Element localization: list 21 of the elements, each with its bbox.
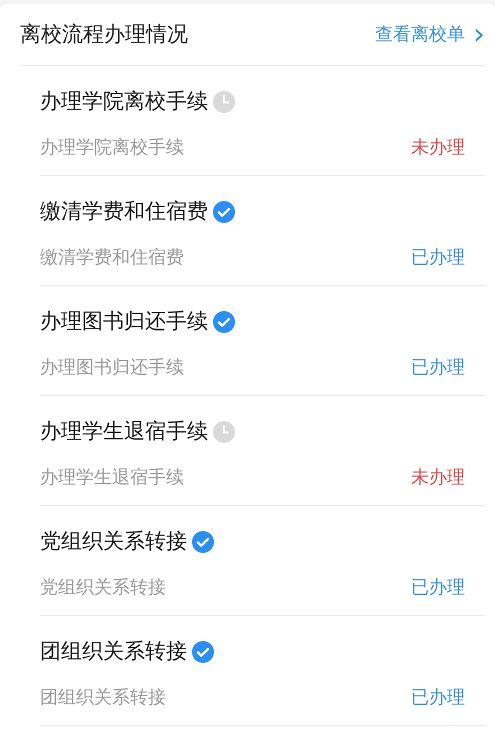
status-label: 已办理 [411, 576, 465, 600]
item-subtitle: 团组织关系转接 [40, 686, 166, 710]
status-label: 未办理 [411, 466, 465, 490]
item-subtitle: 缴清学费和住宿费 [40, 246, 184, 270]
status-label: 已办理 [411, 246, 465, 270]
status-label: 已办理 [411, 686, 465, 710]
item-subtitle: 办理图书归还手续 [40, 356, 184, 380]
item-title: 办理学生退宿手续 [40, 418, 208, 445]
item-title: 办理学院离校手续 [40, 88, 208, 115]
item-title: 办理图书归还手续 [40, 308, 208, 335]
item-title: 缴清学费和住宿费 [40, 198, 208, 225]
view-form-link[interactable]: 查看离校单 [375, 21, 465, 48]
chevron-link[interactable]: › [473, 20, 485, 50]
item-subtitle: 党组织关系转接 [40, 576, 166, 600]
status-label: 已办理 [411, 356, 465, 380]
status-label: 未办理 [411, 136, 465, 160]
item-title: 党组织关系转接 [40, 528, 187, 555]
item-subtitle: 办理学生退宿手续 [40, 466, 184, 490]
section-title: 离校流程办理情况 [20, 20, 188, 48]
item-subtitle: 办理学院离校手续 [40, 136, 184, 160]
item-title: 团组织关系转接 [40, 638, 187, 665]
